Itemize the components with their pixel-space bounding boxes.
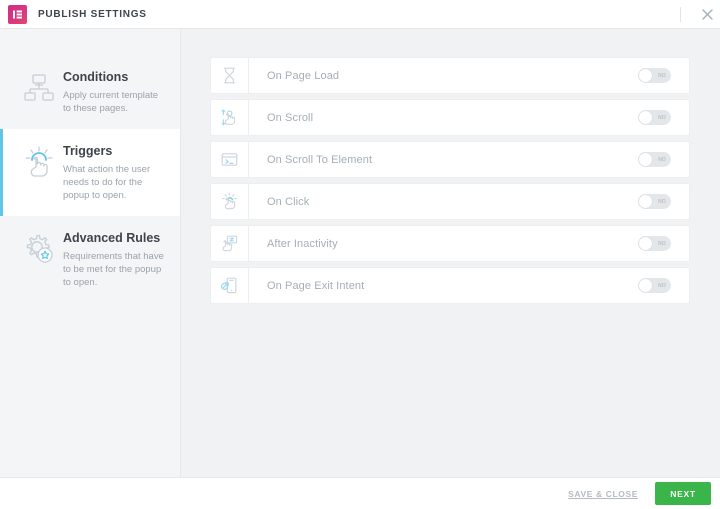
toggle-state-label: NO [658,282,666,289]
modal-header: PUBLISH SETTINGS [0,0,720,29]
toggle-knob [639,237,652,250]
toggle-state-label: NO [658,114,666,121]
modal-footer: SAVE & CLOSE NEXT [0,477,720,509]
toggle-knob [639,279,652,292]
trigger-label: On Scroll [267,111,314,124]
trigger-toggle[interactable]: NO [638,68,671,83]
close-icon [701,9,713,20]
gear-star-icon [17,230,61,266]
close-button[interactable] [694,0,720,29]
sidebar-item-label: Conditions [63,70,129,84]
sidebar-item-label: Advanced Rules [63,231,161,245]
sidebar: Conditions Apply current template to the… [0,29,181,477]
sidebar-item-description: What action the user needs to do for the… [63,164,151,201]
main-panel: On Page Load NO On Scroll NO On Scroll T… [181,29,720,477]
trigger-row[interactable]: After Inactivity NO [210,225,690,262]
trigger-row[interactable]: On Scroll NO [210,99,690,136]
trigger-label: On Page Exit Intent [267,279,365,292]
sidebar-item-text: Advanced Rules Requirements that have to… [61,230,166,289]
trigger-row[interactable]: On Page Exit Intent NO [210,267,690,304]
modal-body: Conditions Apply current template to the… [0,29,720,477]
sitemap-icon [17,69,61,105]
click-hand-icon [211,184,249,219]
toggle-knob [639,69,652,82]
trigger-label: After Inactivity [267,237,338,250]
trigger-row[interactable]: On Page Load NO [210,57,690,94]
toggle-state-label: NO [658,198,666,205]
trigger-label: On Scroll To Element [267,153,373,166]
trigger-toggle[interactable]: NO [638,236,671,251]
toggle-state-label: NO [658,72,666,79]
trigger-toggle[interactable]: NO [638,194,671,209]
code-window-icon [211,142,249,177]
sidebar-item-text: Triggers What action the user needs to d… [61,143,166,202]
toggle-knob [639,195,652,208]
elementor-logo-icon [8,4,27,24]
sidebar-item-advanced-rules[interactable]: Advanced Rules Requirements that have to… [0,216,180,303]
trigger-list: On Page Load NO On Scroll NO On Scroll T… [210,57,690,304]
sleeping-hand-icon [211,226,249,261]
scroll-hand-icon [211,100,249,135]
sidebar-item-label: Triggers [63,144,113,158]
sidebar-item-triggers[interactable]: Triggers What action the user needs to d… [0,129,180,216]
phone-exit-icon [211,268,249,303]
trigger-row[interactable]: On Click NO [210,183,690,220]
pointing-hand-click-icon [17,143,61,179]
header-actions [680,0,720,29]
header-divider [680,7,681,22]
trigger-label: On Page Load [267,69,340,82]
sidebar-item-conditions[interactable]: Conditions Apply current template to the… [0,55,180,129]
next-button[interactable]: NEXT [655,482,711,505]
hourglass-icon [211,58,249,93]
sidebar-item-description: Requirements that have to be met for the… [63,251,164,288]
page-title: PUBLISH SETTINGS [38,8,147,20]
toggle-knob [639,111,652,124]
trigger-toggle[interactable]: NO [638,110,671,125]
save-and-close-button[interactable]: SAVE & CLOSE [568,489,638,499]
trigger-toggle[interactable]: NO [638,152,671,167]
toggle-state-label: NO [658,240,666,247]
trigger-toggle[interactable]: NO [638,278,671,293]
toggle-state-label: NO [658,156,666,163]
toggle-knob [639,153,652,166]
sidebar-item-description: Apply current template to these pages. [63,90,159,114]
trigger-row[interactable]: On Scroll To Element NO [210,141,690,178]
publish-settings-modal: PUBLISH SETTINGS Conditions Apply curren… [0,0,720,509]
sidebar-item-text: Conditions Apply current template to the… [61,69,166,115]
trigger-label: On Click [267,195,310,208]
